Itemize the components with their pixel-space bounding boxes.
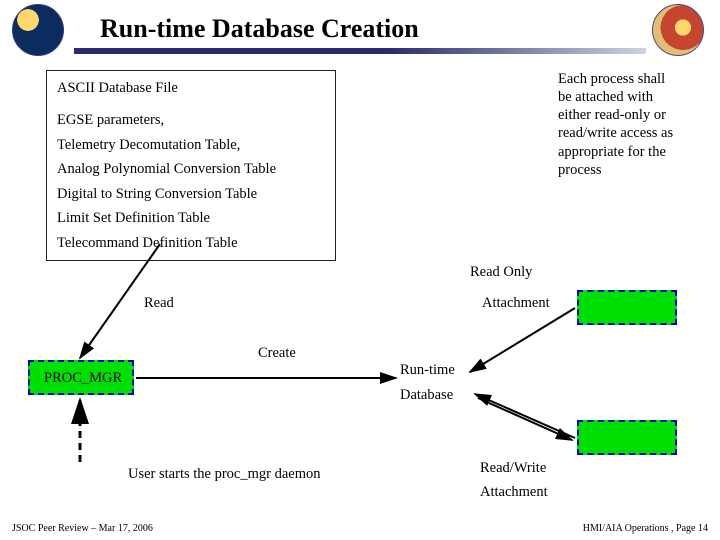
ascii-heading: ASCII Database File <box>57 77 325 99</box>
read-only-label: Read Only <box>470 264 532 281</box>
page-title: Run-time Database Creation <box>100 14 419 44</box>
ascii-item: Telecommand Definition Table <box>57 232 325 254</box>
title-rule <box>74 48 646 54</box>
attachment-top-label: Attachment <box>482 295 550 312</box>
footer-left: JSOC Peer Review – Mar 17, 2006 <box>12 523 153 534</box>
footer-right: HMI/AIA Operations , Page 14 <box>583 523 708 534</box>
ascii-database-file-box: ASCII Database File EGSE parameters, Tel… <box>46 70 336 261</box>
ascii-item: Limit Set Definition Table <box>57 207 325 229</box>
read-write-label: Read/Write <box>480 460 546 477</box>
runtime-label: Run-time <box>400 362 455 379</box>
read-label: Read <box>144 295 174 312</box>
proc-mgr-label: PROC_MGR <box>44 370 122 387</box>
sdo-logo <box>12 4 64 56</box>
process-box-bot <box>577 420 677 455</box>
ascii-item: Analog Polynomial Conversion Table <box>57 158 325 180</box>
ascii-item: EGSE parameters, <box>57 109 325 131</box>
process-box-top <box>577 290 677 325</box>
database-label: Database <box>400 387 453 404</box>
process-access-note: Each process shall be attached with eith… <box>558 70 678 179</box>
ascii-item: Telemetry Decomutation Table, <box>57 134 325 156</box>
user-start-label: User starts the proc_mgr daemon <box>128 466 320 483</box>
ascii-item: Digital to String Conversion Table <box>57 183 325 205</box>
lws-logo <box>652 4 704 56</box>
attachment-bot-label: Attachment <box>480 484 548 501</box>
create-label: Create <box>258 345 296 362</box>
